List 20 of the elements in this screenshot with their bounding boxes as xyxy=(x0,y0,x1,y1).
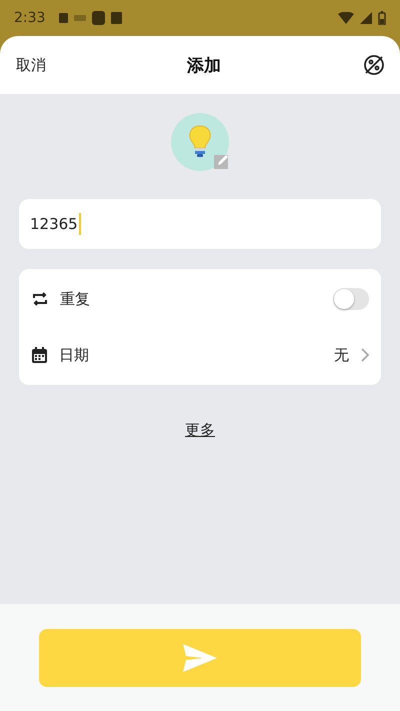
lightbulb-icon xyxy=(188,125,212,159)
date-value[interactable]: 无 xyxy=(334,346,349,364)
more-link[interactable]: 更多 xyxy=(185,421,215,440)
name-input-field[interactable]: 12365 xyxy=(19,199,381,249)
cancel-button[interactable]: 取消 xyxy=(16,56,46,74)
repeat-icon xyxy=(32,292,48,306)
edit-icon xyxy=(214,153,230,169)
signal-icon xyxy=(360,12,372,24)
send-icon xyxy=(183,644,217,672)
status-time: 2:33 xyxy=(14,10,46,26)
notification-icon xyxy=(59,11,124,25)
chevron-right-icon xyxy=(361,348,369,362)
option-label: 日期 xyxy=(59,346,89,364)
repeat-toggle[interactable] xyxy=(333,288,369,310)
wifi-icon xyxy=(338,12,354,24)
battery-icon xyxy=(378,11,386,25)
send-button[interactable] xyxy=(39,628,361,686)
sheet-title: 添加 xyxy=(187,54,221,76)
calendar-icon xyxy=(32,347,47,363)
option-label: 重复 xyxy=(60,290,90,308)
